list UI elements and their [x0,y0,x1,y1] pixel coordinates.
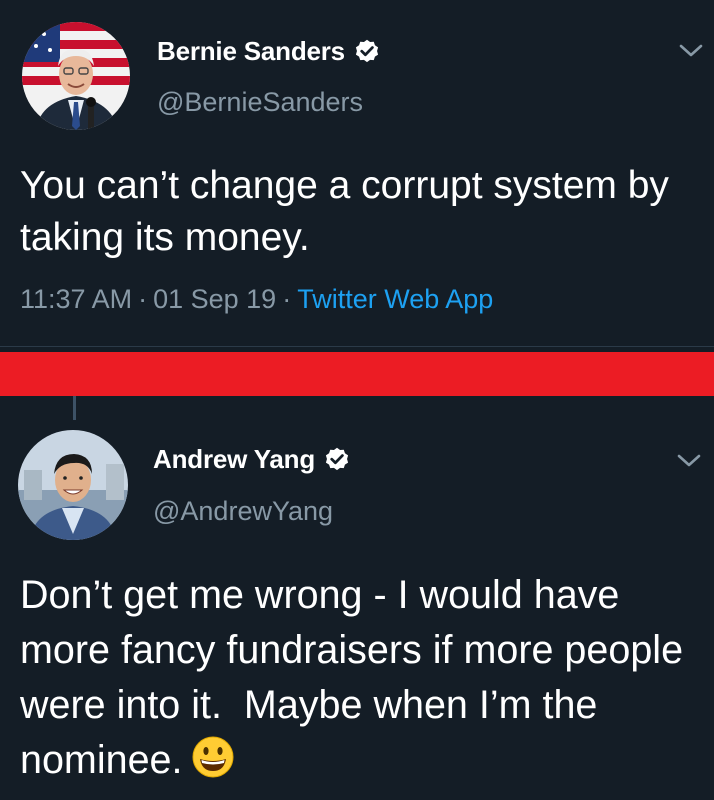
meta-separator: · [282,284,292,314]
thread-connector-line [73,396,76,420]
tweet-time[interactable]: 11:37 AM [20,284,132,314]
tweet-meta: 11:37 AM · 01 Sep 19 · Twitter Web App [20,284,493,315]
tweet-source-link[interactable]: Twitter Web App [297,284,493,314]
tweet-text: Don’t get me wrong - I would have more f… [20,568,700,788]
tweet-date[interactable]: 01 Sep 19 [153,284,276,314]
tweet-text-content: Don’t get me wrong - I would have more f… [20,573,695,782]
meta-separator: · [138,284,148,314]
verified-badge-icon [355,39,379,62]
avatar-bernie[interactable] [22,22,130,130]
verified-badge-icon [325,447,349,470]
display-name[interactable]: Andrew Yang [153,444,315,475]
tweet-text: You can’t change a corrupt system by tak… [20,164,680,259]
chevron-down-icon[interactable] [676,452,702,470]
handle[interactable]: @AndrewYang [153,496,333,527]
author-row: Andrew Yang [153,444,351,475]
handle[interactable]: @BernieSanders [157,87,363,118]
tweet-divider [0,346,714,347]
grinning-emoji-icon [192,736,233,778]
display-name[interactable]: Bernie Sanders [157,36,345,67]
avatar-andrew[interactable] [18,430,128,540]
author-row: Bernie Sanders [157,36,381,67]
chevron-down-icon[interactable] [678,42,704,60]
red-banner-bar [0,352,714,396]
tweet-bernie: Bernie Sanders @BernieSanders You can’t … [0,0,714,352]
